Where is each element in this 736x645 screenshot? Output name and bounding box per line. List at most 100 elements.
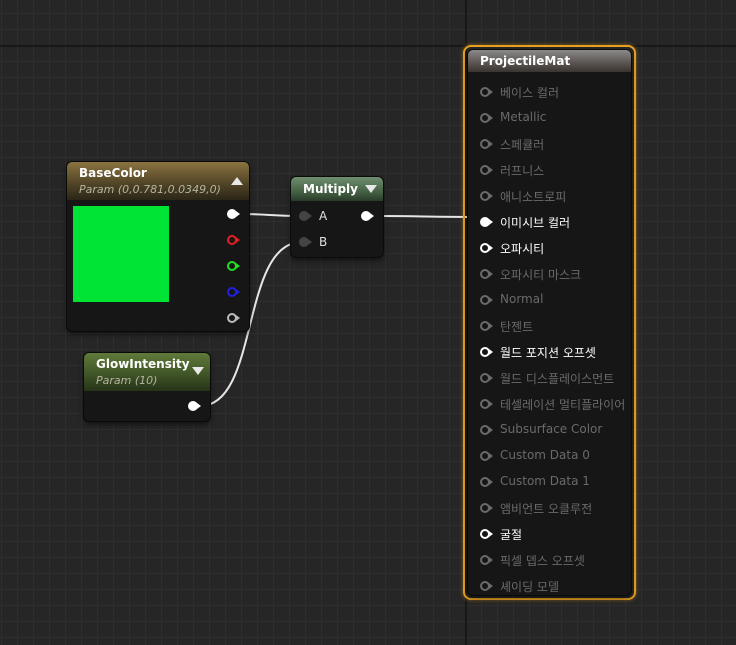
material-title: ProjectileMat [480,54,571,68]
pin-arrow-icon [370,213,374,219]
material-input-label: 픽셀 뎁스 오프셋 [500,554,585,568]
material-input-row[interactable]: 오파시티 마스크 [468,264,628,284]
material-input-row[interactable]: 스페큘러 [468,134,628,154]
material-node-selection-outline[interactable]: ProjectileMat 베이스 컬러 Metallic 스페큘러러프니스애니소트… [463,45,636,600]
pin-arrow-icon [308,213,312,219]
output-g-pin[interactable] [227,260,240,272]
glowintensity-node[interactable]: GlowIntensity Param (10) [84,353,210,421]
collapse-up-icon[interactable] [231,177,243,185]
pin-arrow-icon [489,219,493,225]
material-input-label: Custom Data 1 [500,474,590,488]
material-input-row[interactable]: 이미시브 컬러 [468,212,628,232]
material-input-pin[interactable] [480,138,493,150]
basecolor-title: BaseColor [79,166,147,180]
material-input-row[interactable]: 굴절 [468,524,628,544]
material-input-pin[interactable] [480,450,493,462]
material-input-row[interactable]: 베이스 컬러 [468,82,628,102]
material-input-label: 스페큘러 [500,138,545,152]
pin-arrow-icon [489,323,493,329]
pin-arrow-icon [236,263,240,269]
material-input-label: 오파시티 [500,242,545,256]
material-input-label: Metallic [500,110,547,124]
material-input-row[interactable]: 앰비언트 오클루전 [468,498,628,518]
material-input-pin[interactable] [480,580,493,592]
material-input-pin[interactable] [480,424,493,436]
material-input-pin[interactable] [480,242,493,254]
material-input-pin[interactable] [480,320,493,332]
pin-arrow-icon [489,141,493,147]
material-input-label: 앰비언트 오클루전 [500,502,593,516]
material-input-row[interactable]: 러프니스 [468,160,628,180]
material-input-row[interactable]: Custom Data 1 [468,472,628,492]
color-swatch [73,206,169,302]
material-input-row[interactable]: Custom Data 0 [468,446,628,466]
multiply-title: Multiply [303,182,358,196]
material-input-pin[interactable] [480,112,493,124]
material-input-row[interactable]: Normal [468,290,628,310]
material-input-pin[interactable] [480,554,493,566]
material-input-row[interactable]: 오파시티 [468,238,628,258]
pin-arrow-icon [489,115,493,121]
material-input-row[interactable]: 테셀레이션 멀티플라이어 [468,394,628,414]
material-input-pin[interactable] [480,294,493,306]
pin-arrow-icon [489,583,493,589]
material-input-pin[interactable] [480,528,493,540]
material-input-row[interactable]: 픽셀 뎁스 오프셋 [468,550,628,570]
material-input-pin[interactable] [480,164,493,176]
pin-arrow-icon [489,89,493,95]
output-b-pin[interactable] [227,286,240,298]
basecolor-node[interactable]: BaseColor Param (0,0.781,0.0349,0) [67,162,249,331]
pin-arrow-icon [236,237,240,243]
pin-arrow-icon [236,211,240,217]
material-input-pin[interactable] [480,502,493,514]
input-b-pin[interactable] [299,236,312,248]
material-input-row[interactable]: Metallic [468,108,628,128]
material-input-row[interactable]: 월드 디스플레이스먼트 [468,368,628,388]
pin-arrow-icon [489,505,493,511]
collapse-down-icon[interactable] [365,185,377,193]
material-input-row[interactable]: Subsurface Color [468,420,628,440]
pin-arrow-icon [308,239,312,245]
material-input-label: Normal [500,292,544,306]
material-input-row[interactable]: 월드 포지션 오프셋 [468,342,628,362]
pin-arrow-icon [236,289,240,295]
material-input-label: 오파시티 마스크 [500,268,582,282]
multiply-output-pin[interactable] [361,210,374,222]
material-input-label: 이미시브 컬러 [500,216,571,230]
collapse-down-icon[interactable] [192,367,204,375]
pin-arrow-icon [489,271,493,277]
multiply-node[interactable]: Multiply A B [291,177,383,257]
input-a-pin[interactable] [299,210,312,222]
material-input-pin[interactable] [480,86,493,98]
multiply-header[interactable]: Multiply [291,177,383,201]
material-input-pin[interactable] [480,372,493,384]
glowintensity-subtitle: Param (10) [96,374,158,387]
material-node[interactable]: ProjectileMat 베이스 컬러 Metallic 스페큘러러프니스애니소트… [468,50,631,595]
basecolor-header[interactable]: BaseColor Param (0,0.781,0.0349,0) [67,162,249,200]
material-input-row[interactable]: 탄젠트 [468,316,628,336]
glow-output-pin[interactable] [188,400,201,412]
material-input-pin[interactable] [480,216,493,228]
glowintensity-header[interactable]: GlowIntensity Param (10) [84,353,210,391]
material-input-pin[interactable] [480,268,493,280]
pin-arrow-icon [489,531,493,537]
material-input-label: 베이스 컬러 [500,86,560,100]
material-input-pin[interactable] [480,190,493,202]
material-header[interactable]: ProjectileMat [468,50,631,72]
material-input-pin[interactable] [480,346,493,358]
output-r-pin[interactable] [227,234,240,246]
material-input-pin[interactable] [480,398,493,410]
material-input-pin[interactable] [480,476,493,488]
output-rgb-pin[interactable] [227,208,240,220]
material-input-row[interactable]: 셰이딩 모델 [468,576,628,596]
pin-arrow-icon [489,375,493,381]
output-a-pin[interactable] [227,312,240,324]
pin-arrow-icon [489,453,493,459]
material-input-label: 러프니스 [500,164,545,178]
pin-arrow-icon [489,401,493,407]
glowintensity-title: GlowIntensity [96,357,190,371]
pin-arrow-icon [489,427,493,433]
material-input-label: Subsurface Color [500,422,603,436]
pin-arrow-icon [489,193,493,199]
material-input-row[interactable]: 애니소트로피 [468,186,628,206]
